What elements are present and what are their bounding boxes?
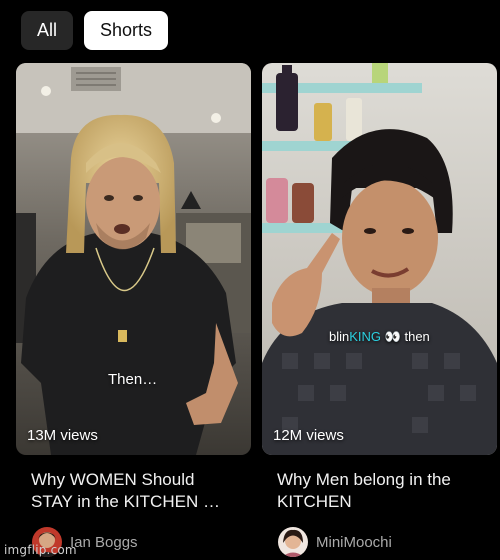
thumbnail-image-1 [16,63,251,455]
channel-name-1[interactable]: Ian Boggs [70,534,138,551]
view-count-1: 13M views [27,427,98,444]
caption-2-pre: blin [329,329,350,344]
watermark: imgflip.com [4,543,77,557]
channel-row-2[interactable]: MiniMoochi [262,527,497,557]
video-title-1-line1: Why WOMEN Should [31,470,195,489]
video-title-2-line1: Why Men belong in the [277,470,451,489]
video-title-2[interactable]: Why Men belong in the KITCHEN [262,469,497,513]
thumbnail-image-2 [262,63,497,455]
channel-name-2[interactable]: MiniMoochi [316,534,392,551]
short-thumbnail-2[interactable]: blinKING 👀 then 12M views [262,63,497,455]
chip-shorts[interactable]: Shorts [84,11,168,50]
video-title-1[interactable]: Why WOMEN Should STAY in the KITCHEN … [16,469,251,513]
short-card-1[interactable]: Then… 13M views Why WOMEN Should STAY in… [16,63,251,557]
thumbnail-caption-1: Then… [108,371,158,388]
caption-2-highlight: KING [349,329,382,344]
thumbnail-caption-2: blinKING 👀 then [329,329,430,345]
short-card-2[interactable]: blinKING 👀 then 12M views Why Men belong… [262,63,497,557]
channel-avatar-2[interactable] [278,527,308,557]
video-title-2-line2: KITCHEN [277,492,352,511]
short-thumbnail-1[interactable]: Then… 13M views [16,63,251,455]
filter-chips: All Shorts [21,11,168,50]
video-title-1-line2: STAY in the KITCHEN … [31,492,220,511]
caption-2-post: then [404,329,430,344]
eyes-emoji-icon: 👀 [384,329,401,344]
chip-all[interactable]: All [21,11,73,50]
view-count-2: 12M views [273,427,344,444]
